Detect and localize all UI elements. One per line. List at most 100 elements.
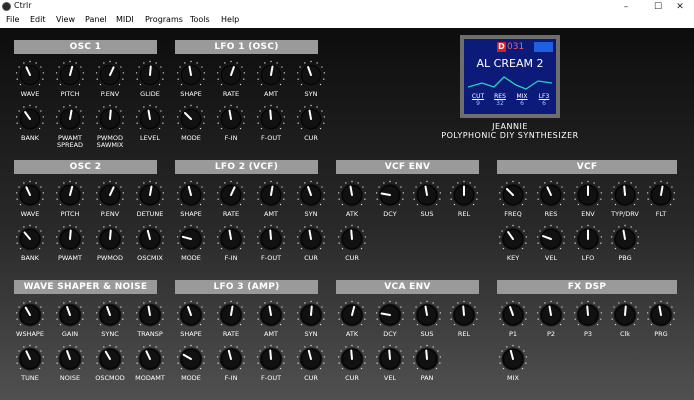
knob-control[interactable]: SYN (291, 300, 331, 338)
knob-control[interactable]: TYP/DRV (605, 180, 645, 218)
knob-control[interactable]: ATK (332, 300, 372, 338)
knob-dial-icon[interactable] (498, 180, 528, 210)
knob-control[interactable]: RES (531, 180, 571, 218)
knob-control[interactable]: OSCMOD (90, 344, 130, 382)
knob-dial-icon[interactable] (337, 344, 367, 374)
knob-control[interactable]: F-IN (211, 104, 251, 142)
knob-control[interactable]: P3 (568, 300, 608, 338)
knob-control[interactable]: P1 (493, 300, 533, 338)
knob-control[interactable]: AMT (251, 180, 291, 218)
knob-dial-icon[interactable] (536, 180, 566, 210)
knob-dial-icon[interactable] (610, 180, 640, 210)
knob-dial-icon[interactable] (536, 224, 566, 254)
knob-control[interactable]: PWAMT (50, 224, 90, 262)
knob-dial-icon[interactable] (95, 344, 125, 374)
knob-dial-icon[interactable] (176, 180, 206, 210)
knob-dial-icon[interactable] (95, 224, 125, 254)
knob-dial-icon[interactable] (573, 180, 603, 210)
knob-dial-icon[interactable] (95, 300, 125, 330)
knob-control[interactable]: SHAPE (171, 60, 211, 98)
knob-control[interactable]: MIX (493, 344, 533, 382)
knob-dial-icon[interactable] (573, 224, 603, 254)
knob-dial-icon[interactable] (375, 344, 405, 374)
knob-control[interactable]: GLIDE (130, 60, 170, 98)
knob-dial-icon[interactable] (55, 344, 85, 374)
knob-dial-icon[interactable] (15, 104, 45, 134)
knob-dial-icon[interactable] (216, 224, 246, 254)
knob-dial-icon[interactable] (135, 344, 165, 374)
knob-dial-icon[interactable] (337, 224, 367, 254)
knob-dial-icon[interactable] (15, 344, 45, 374)
menu-panel[interactable]: Panel (85, 15, 107, 24)
knob-control[interactable]: WAVE (10, 180, 50, 218)
knob-dial-icon[interactable] (216, 60, 246, 90)
knob-control[interactable]: RATE (211, 60, 251, 98)
knob-dial-icon[interactable] (296, 104, 326, 134)
knob-dial-icon[interactable] (256, 180, 286, 210)
knob-dial-icon[interactable] (646, 180, 676, 210)
menu-midi[interactable]: MIDI (116, 15, 134, 24)
knob-control[interactable]: FREQ (493, 180, 533, 218)
knob-dial-icon[interactable] (256, 104, 286, 134)
knob-control[interactable]: CUR (291, 104, 331, 142)
knob-dial-icon[interactable] (375, 300, 405, 330)
knob-dial-icon[interactable] (95, 180, 125, 210)
knob-dial-icon[interactable] (256, 344, 286, 374)
knob-control[interactable]: BANK (10, 224, 50, 262)
knob-dial-icon[interactable] (412, 300, 442, 330)
knob-control[interactable]: TUNE (10, 344, 50, 382)
knob-dial-icon[interactable] (296, 60, 326, 90)
knob-dial-icon[interactable] (55, 104, 85, 134)
knob-dial-icon[interactable] (256, 60, 286, 90)
knob-control[interactable]: F-OUT (251, 224, 291, 262)
knob-dial-icon[interactable] (498, 300, 528, 330)
knob-dial-icon[interactable] (536, 300, 566, 330)
knob-control[interactable]: MODAMT (130, 344, 170, 382)
knob-dial-icon[interactable] (55, 224, 85, 254)
knob-dial-icon[interactable] (296, 344, 326, 374)
knob-control[interactable]: F-OUT (251, 104, 291, 142)
knob-control[interactable]: LEVEL (130, 104, 170, 142)
knob-control[interactable]: PAN (407, 344, 447, 382)
knob-dial-icon[interactable] (15, 60, 45, 90)
knob-dial-icon[interactable] (95, 60, 125, 90)
knob-dial-icon[interactable] (610, 224, 640, 254)
knob-control[interactable]: P.ENV (90, 60, 130, 98)
knob-dial-icon[interactable] (412, 344, 442, 374)
knob-control[interactable]: CUR (332, 224, 372, 262)
knob-control[interactable]: NOISE (50, 344, 90, 382)
knob-control[interactable]: PITCH (50, 60, 90, 98)
knob-control[interactable]: MODE (171, 104, 211, 142)
knob-dial-icon[interactable] (135, 224, 165, 254)
knob-control[interactable]: ATK (332, 180, 372, 218)
knob-control[interactable]: F-OUT (251, 344, 291, 382)
knob-control[interactable]: SUS (407, 180, 447, 218)
knob-dial-icon[interactable] (95, 104, 125, 134)
knob-control[interactable]: RATE (211, 180, 251, 218)
knob-control[interactable]: SYN (291, 60, 331, 98)
knob-control[interactable]: DCY (370, 180, 410, 218)
knob-dial-icon[interactable] (296, 224, 326, 254)
knob-dial-icon[interactable] (55, 60, 85, 90)
knob-dial-icon[interactable] (375, 180, 405, 210)
menu-programs[interactable]: Programs (145, 15, 183, 24)
knob-control[interactable]: PITCH (50, 180, 90, 218)
knob-control[interactable]: VEL (370, 344, 410, 382)
knob-control[interactable]: WAVE (10, 60, 50, 98)
knob-control[interactable]: SHAPE (171, 300, 211, 338)
knob-control[interactable]: FLT (641, 180, 681, 218)
knob-dial-icon[interactable] (498, 344, 528, 374)
knob-dial-icon[interactable] (135, 60, 165, 90)
knob-dial-icon[interactable] (216, 180, 246, 210)
knob-dial-icon[interactable] (15, 300, 45, 330)
knob-dial-icon[interactable] (216, 104, 246, 134)
knob-dial-icon[interactable] (216, 344, 246, 374)
knob-control[interactable]: OSCMIX (130, 224, 170, 262)
knob-dial-icon[interactable] (256, 300, 286, 330)
menu-help[interactable]: Help (221, 15, 239, 24)
knob-dial-icon[interactable] (135, 104, 165, 134)
knob-dial-icon[interactable] (296, 300, 326, 330)
knob-control[interactable]: KEY (493, 224, 533, 262)
knob-dial-icon[interactable] (135, 180, 165, 210)
knob-control[interactable]: SYNC (90, 300, 130, 338)
